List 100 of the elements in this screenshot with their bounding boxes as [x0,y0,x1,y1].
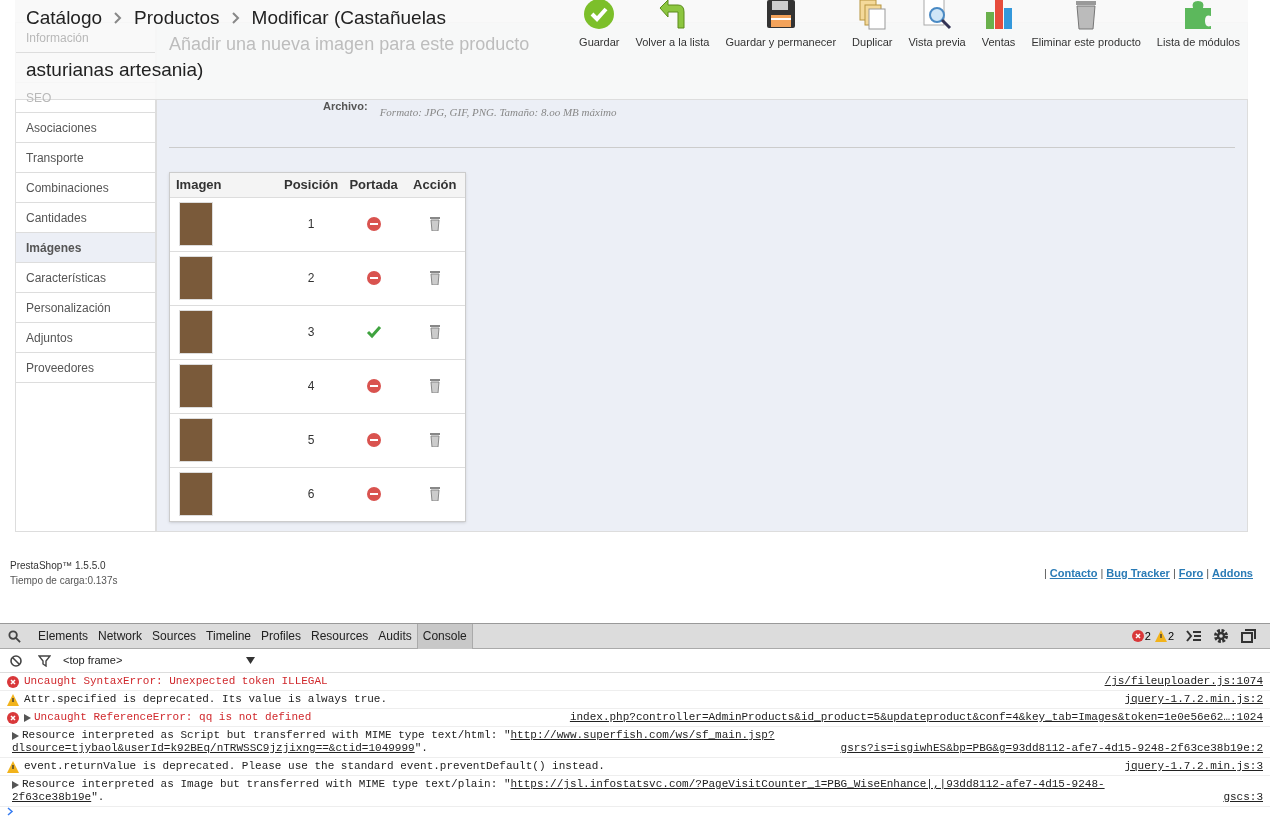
toolbar-button[interactable]: Guardar [571,0,628,51]
trash-icon[interactable] [428,325,441,339]
toolbar-button[interactable]: Ventas [973,0,1024,51]
devtools-tab[interactable]: Network [93,623,148,649]
load-time-text: Tiempo de carga:0.137s [10,574,118,588]
error-icon [7,712,19,724]
console-link[interactable]: http://www.superfish.com/ws/sf_main.jsp? [510,729,775,742]
source-link[interactable]: gsrs?is=isgiwhES&bp=PBG&g=93dd8112-afe7-4d15-9248-2f63ce38b19e:2 [840,742,1263,755]
devtools-tab[interactable]: Sources [147,623,202,649]
source-link[interactable]: jquery-1.7.2.min.js:2 [1124,693,1263,706]
column-header: Imagen [175,175,223,194]
check-icon[interactable] [365,324,382,340]
footer-link[interactable]: Addons [1212,564,1253,582]
expand-caret-icon[interactable] [12,780,19,789]
chevron-icon [231,12,240,24]
dock-icon[interactable] [1241,629,1256,643]
console-link[interactable]: 2f63ce38b19e [12,791,92,804]
file-label: Archivo: [323,99,368,114]
photo-placeholder [179,256,213,300]
error-count: 2 [1144,628,1151,644]
minus-circle-icon[interactable] [366,487,381,501]
separator: | [1043,565,1047,581]
trash-icon[interactable] [428,217,441,231]
toolbar-button[interactable]: Eliminar este producto [1023,0,1149,51]
sidebar-item[interactable]: Combinaciones [16,173,155,203]
minus-circle-icon[interactable] [366,217,381,231]
separator: | [1100,565,1104,581]
photo-placeholder [179,472,213,516]
console-link[interactable]: dlsource=tjybaol&userId=k92BEq/nTRWSSC9jzjixng==&ctid=1049999 [12,742,415,755]
devtools-tab[interactable]: Resources [306,623,374,649]
console-message: Attr.specified is deprecated. Its value is always true. [24,693,388,706]
table-cell-text: 6 [306,486,316,503]
console-link[interactable]: https://jsl.infostatsvc.com/?PageVisitCounter_1=PBG_WiseEnhance|,|93dd8112-afe7-4d15-9248- [510,778,1105,791]
trash-icon[interactable] [428,379,441,393]
footer-link[interactable]: Contacto [1049,564,1098,582]
photo-placeholder [179,364,213,408]
toolbar-button[interactable]: Guardar y permanecer [717,0,845,51]
separator: | [1172,565,1176,581]
settings-icon[interactable] [1213,628,1229,644]
devtools-tab[interactable]: Timeline [201,623,256,649]
sidebar-item[interactable]: Características [16,263,155,293]
devtools-tab[interactable]: Profiles [256,623,306,649]
file-hint: Formato: JPG, GIF, PNG. Tamaño: 8.oo MB máximo [379,105,617,120]
search-icon[interactable] [8,629,21,643]
frame-dropdown[interactable]: <top frame> [63,652,255,669]
column-header: Portada [348,175,399,194]
caret-icon [246,657,255,664]
chevron-icon [114,12,123,24]
panel-title: Añadir una nueva imagen para este producto [169,33,530,56]
separator: | [1206,565,1210,581]
toolbar-button[interactable]: Vista previa [900,0,974,51]
sidebar-item[interactable]: Transporte [16,143,155,173]
trash-icon[interactable] [428,271,441,285]
minus-circle-icon[interactable] [366,271,381,285]
breadcrumb-item: asturianas artesania) [26,59,204,81]
toolbar-button[interactable]: Volver a la lista [627,0,718,51]
console-message: Resource interpreted as Image but transferred with MIME type text/plain: " [22,778,511,791]
prompt-icon [7,807,14,816]
table-cell-text: 2 [306,270,316,287]
source-link[interactable]: index.php?controller=AdminProducts&id_product=5&updateproduct&conf=4&key_tab=Images&token=1e0e56e62…:1024 [569,711,1263,724]
devtools-tab[interactable]: Console [416,623,473,649]
footer-link[interactable]: Foro [1178,564,1204,582]
console-message: Uncaught SyntaxError: Unexpected token ILLEGAL [24,675,328,688]
table-cell-text: 4 [306,378,316,395]
toolbar-button[interactable]: Duplicar [844,0,901,51]
trash-icon[interactable] [428,433,441,447]
error-icon [7,676,19,688]
devtools-tab[interactable]: Elements [33,623,94,649]
breadcrumb-item: Modificar (Castañuelas [251,7,446,29]
devtools-tab[interactable]: Audits [373,623,417,649]
error-icon [1131,630,1144,642]
console-message: ". [91,791,105,804]
console-message: ". [414,742,428,755]
toolbar-button[interactable]: Lista de módulos [1148,0,1248,51]
table-cell-text: 5 [306,432,316,449]
clear-icon[interactable] [10,654,22,667]
warning-count: 2 [1167,628,1174,644]
warning-icon [7,694,19,706]
console-message: Uncaught ReferenceError: qq is not defined [34,711,312,724]
photo-placeholder [179,310,213,354]
minus-circle-icon[interactable] [366,379,381,393]
trash-icon[interactable] [428,487,441,501]
minus-circle-icon[interactable] [366,433,381,447]
table-cell-text: 1 [306,216,316,233]
source-link[interactable]: /js/fileuploader.js:1074 [1104,675,1263,688]
sidebar-item[interactable]: Imágenes [16,233,155,263]
filter-icon[interactable] [38,654,51,667]
console-message: event.returnValue is deprecated. Please use the standard event.preventDefault() instead. [24,760,605,773]
source-link[interactable]: gscs:3 [1223,791,1263,804]
source-link[interactable]: jquery-1.7.2.min.js:3 [1124,760,1263,773]
sidebar-item[interactable]: Adjuntos [16,323,155,353]
sidebar-item[interactable]: Proveedores [16,353,155,383]
warning-icon [1154,630,1167,642]
sidebar-item[interactable]: Asociaciones [16,113,155,143]
photo-placeholder [179,418,213,462]
warning-icon [7,761,19,773]
sidebar-item[interactable]: Personalización [16,293,155,323]
console-message: Resource interpreted as Script but transferred with MIME type text/html: " [22,729,511,742]
drawer-icon[interactable] [1186,630,1201,642]
footer-link[interactable]: Bug Tracker [1106,564,1170,582]
